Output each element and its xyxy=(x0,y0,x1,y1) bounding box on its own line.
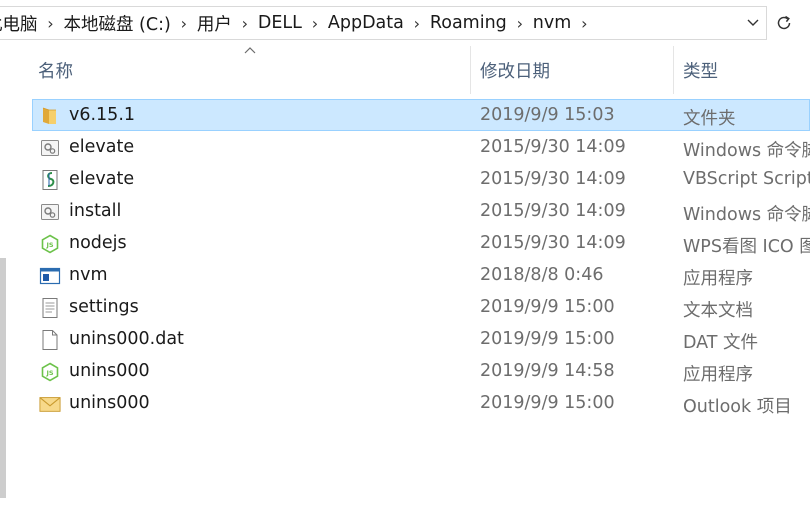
file-name: nodejs xyxy=(69,233,127,253)
batch-script-icon xyxy=(39,137,61,159)
column-divider[interactable] xyxy=(673,46,674,94)
breadcrumb: 此电脑 › 本地磁盘 (C:) › 用户 › DELL › AppData › … xyxy=(0,7,740,39)
breadcrumb-nvm[interactable]: nvm xyxy=(533,13,572,33)
address-bar[interactable]: 此电脑 › 本地磁盘 (C:) › 用户 › DELL › AppData › … xyxy=(0,6,767,40)
refresh-icon xyxy=(777,15,791,30)
file-row-unins000-msg[interactable]: unins000 2019/9/9 15:00 Outlook 项目 xyxy=(32,387,810,419)
vbscript-icon xyxy=(39,169,61,191)
column-header-type[interactable]: 类型 xyxy=(683,46,810,94)
breadcrumb-separator[interactable]: › xyxy=(302,14,328,33)
file-name: settings xyxy=(69,297,139,317)
address-history-dropdown[interactable] xyxy=(744,15,762,31)
breadcrumb-separator[interactable]: › xyxy=(507,14,533,33)
file-list: v6.15.1 2019/9/9 15:03 文件夹 elevate 2015/… xyxy=(32,99,810,419)
file-row-v6-15-1[interactable]: v6.15.1 2019/9/9 15:03 文件夹 xyxy=(32,99,810,131)
refresh-button[interactable] xyxy=(769,6,799,40)
mail-envelope-icon xyxy=(39,393,61,415)
file-row-nodejs[interactable]: JS nodejs 2015/9/30 14:09 WPS看图 ICO 图片 xyxy=(32,227,810,259)
breadcrumb-separator[interactable]: › xyxy=(38,14,64,33)
breadcrumb-dell[interactable]: DELL xyxy=(258,13,302,33)
file-date: 2015/9/30 14:09 xyxy=(480,137,626,157)
breadcrumb-this-pc[interactable]: 此电脑 xyxy=(0,11,38,36)
batch-script-icon xyxy=(39,201,61,223)
breadcrumb-separator[interactable]: › xyxy=(232,14,258,33)
file-type: Outlook 项目 xyxy=(683,397,792,417)
breadcrumb-appdata[interactable]: AppData xyxy=(328,13,404,33)
file-date: 2019/9/9 15:03 xyxy=(480,105,615,125)
file-type: 文件夹 xyxy=(683,109,736,129)
file-name: unins000.dat xyxy=(69,329,184,349)
file-date: 2019/9/9 15:00 xyxy=(480,329,615,349)
file-type: Windows 命令脚本 xyxy=(683,141,810,161)
file-name: install xyxy=(69,201,122,221)
breadcrumb-users[interactable]: 用户 xyxy=(197,11,232,36)
column-divider[interactable] xyxy=(470,46,471,94)
file-row-install[interactable]: install 2015/9/30 14:09 Windows 命令脚本 xyxy=(32,195,810,227)
file-name: elevate xyxy=(69,169,135,189)
file-date: 2015/9/30 14:09 xyxy=(480,169,626,189)
breadcrumb-roaming[interactable]: Roaming xyxy=(430,13,507,33)
chevron-down-icon xyxy=(747,19,759,26)
application-icon xyxy=(39,265,61,287)
file-type: 应用程序 xyxy=(683,269,753,289)
file-type: 文本文档 xyxy=(683,301,753,321)
column-header-type-label: 类型 xyxy=(683,61,718,82)
file-type: WPS看图 ICO 图片 xyxy=(683,237,810,257)
breadcrumb-separator[interactable]: › xyxy=(571,14,597,33)
svg-text:JS: JS xyxy=(45,369,53,377)
column-header-date-label: 修改日期 xyxy=(480,61,550,82)
file-name: unins000 xyxy=(69,361,150,381)
breadcrumb-separator[interactable]: › xyxy=(171,14,197,33)
column-header-date[interactable]: 修改日期 xyxy=(480,46,670,94)
text-document-icon xyxy=(39,297,61,319)
file-date: 2018/8/8 0:46 xyxy=(480,265,604,285)
file-date: 2019/9/9 15:00 xyxy=(480,297,615,317)
file-row-unins000-exe[interactable]: JS unins000 2019/9/9 14:58 应用程序 xyxy=(32,355,810,387)
blank-file-icon xyxy=(39,329,61,351)
navigation-pane-scrollbar[interactable] xyxy=(0,258,6,498)
file-row-settings[interactable]: settings 2019/9/9 15:00 文本文档 xyxy=(32,291,810,323)
file-name: unins000 xyxy=(69,393,150,413)
file-name: elevate xyxy=(69,137,135,157)
folder-icon xyxy=(39,105,61,127)
breadcrumb-local-disk[interactable]: 本地磁盘 (C:) xyxy=(64,11,171,36)
svg-text:JS: JS xyxy=(45,241,53,249)
file-type: Windows 命令脚本 xyxy=(683,205,810,225)
file-type: 应用程序 xyxy=(683,365,753,385)
file-row-unins000-dat[interactable]: unins000.dat 2019/9/9 15:00 DAT 文件 xyxy=(32,323,810,355)
file-row-nvm[interactable]: nvm 2018/8/8 0:46 应用程序 xyxy=(32,259,810,291)
nodejs-icon: JS xyxy=(39,361,61,383)
file-type: DAT 文件 xyxy=(683,333,759,353)
file-row-elevate-cmd[interactable]: elevate 2015/9/30 14:09 Windows 命令脚本 xyxy=(32,131,810,163)
file-name: nvm xyxy=(69,265,108,285)
file-type: VBScript Script File xyxy=(683,169,810,189)
file-date: 2019/9/9 14:58 xyxy=(480,361,615,381)
file-date: 2015/9/30 14:09 xyxy=(480,201,626,221)
nodejs-icon: JS xyxy=(39,233,61,255)
file-row-elevate-vbs[interactable]: elevate 2015/9/30 14:09 VBScript Script … xyxy=(32,163,810,195)
column-header-name-label: 名称 xyxy=(38,61,73,82)
sort-ascending-icon xyxy=(244,47,256,54)
file-name: v6.15.1 xyxy=(69,105,136,125)
file-date: 2015/9/30 14:09 xyxy=(480,233,626,253)
breadcrumb-separator[interactable]: › xyxy=(404,14,430,33)
file-date: 2019/9/9 15:00 xyxy=(480,393,615,413)
